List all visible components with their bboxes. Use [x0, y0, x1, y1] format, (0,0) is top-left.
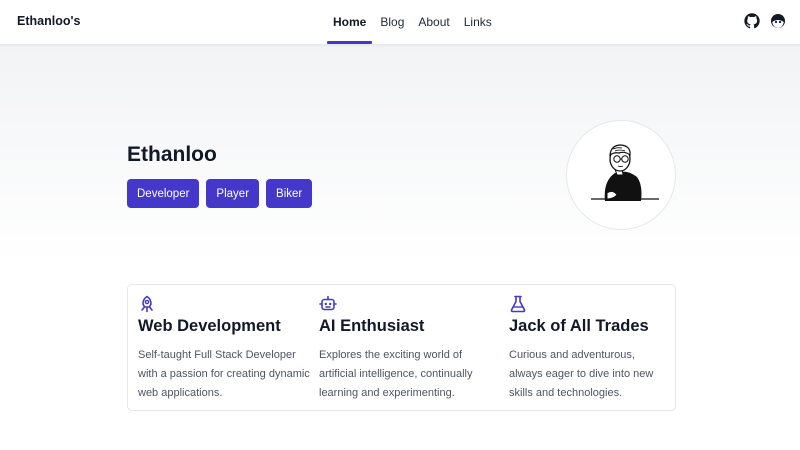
flask-icon — [510, 295, 526, 313]
avatar-illustration-icon — [591, 144, 659, 201]
feature-card-ai: AI Enthusiast Explores the exciting worl… — [319, 285, 494, 412]
feature-title: AI Enthusiast — [319, 317, 425, 335]
hero-name: Ethanloo — [127, 143, 217, 166]
nav-blog[interactable]: Blog — [374, 0, 410, 44]
feature-description: Self-taught Full Stack Developer with a … — [138, 349, 310, 399]
hero-section — [0, 44, 800, 264]
theme-toggle-icon[interactable] — [770, 13, 786, 29]
tag-player[interactable]: Player — [206, 179, 260, 208]
nav-home[interactable]: Home — [327, 0, 373, 44]
header-actions — [744, 13, 786, 29]
tag-biker[interactable]: Biker — [266, 179, 313, 208]
rocket-icon — [141, 295, 153, 313]
role-tags: Developer Player Biker — [127, 179, 313, 208]
nav-about[interactable]: About — [412, 0, 455, 44]
feature-description: Explores the exciting world of artificia… — [319, 349, 473, 399]
feature-title: Web Development — [138, 317, 281, 335]
main-nav: Home Blog About Links — [327, 0, 498, 44]
nav-links[interactable]: Links — [458, 0, 498, 44]
github-icon[interactable] — [744, 13, 760, 29]
features-panel: Web Development Self-taught Full Stack D… — [127, 284, 676, 411]
site-header: Ethanloo's Home Blog About Links — [0, 0, 800, 44]
feature-description: Curious and adventurous, always eager to… — [509, 349, 654, 399]
feature-card-web: Web Development Self-taught Full Stack D… — [138, 285, 313, 412]
feature-card-trades: Jack of All Trades Curious and adventuro… — [509, 285, 674, 412]
feature-title: Jack of All Trades — [509, 317, 649, 335]
tag-developer[interactable]: Developer — [127, 179, 200, 208]
robot-icon — [319, 295, 337, 311]
site-logo[interactable]: Ethanloo's — [17, 14, 80, 28]
avatar — [566, 120, 676, 230]
